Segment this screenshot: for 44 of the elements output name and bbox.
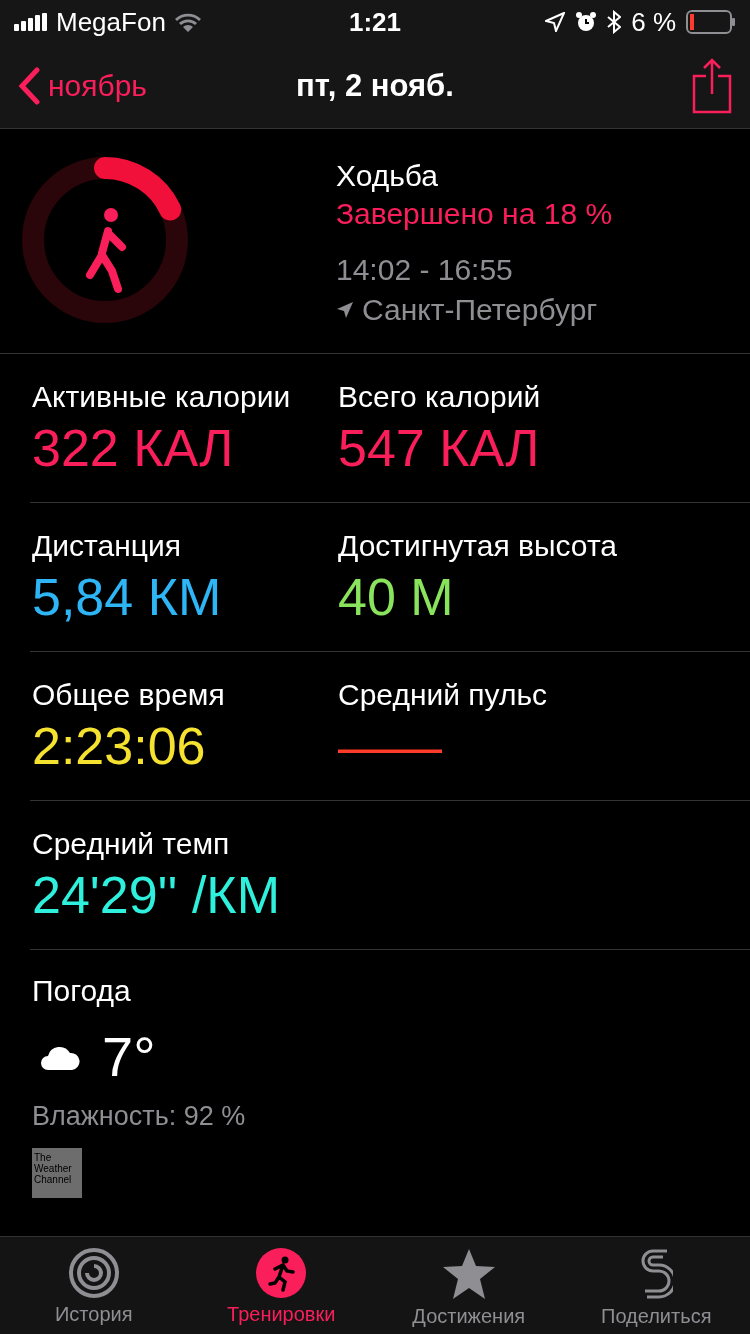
battery-percent: 6 % <box>631 6 676 38</box>
rings-icon <box>67 1247 120 1299</box>
metric-value: 40 М <box>338 567 455 627</box>
weather-title: Погода <box>32 974 132 1008</box>
progress-text: Завершено на 18 % <box>336 197 613 231</box>
nav-title: пт, 2 нояб. <box>295 68 455 104</box>
metric-value: 322 КАЛ <box>32 418 235 478</box>
metric-label: Общее время <box>32 678 226 712</box>
bluetooth-icon <box>607 10 622 34</box>
metric-value: 24'29'' /КМ <box>32 865 281 925</box>
tab-bar-item[interactable]: История <box>0 1237 188 1334</box>
weather-provider-logo: The Weather Channel <box>32 1148 82 1198</box>
sharing-icon <box>639 1247 674 1301</box>
metric-label: Всего калорий <box>338 380 542 414</box>
tab-bar-item[interactable]: Поделиться <box>562 1237 750 1334</box>
location-name: Санкт-Петербург <box>362 293 598 327</box>
alarm-icon <box>575 11 598 33</box>
tab-bar-item[interactable]: Достижения <box>375 1237 563 1334</box>
metric-value: 547 КАЛ <box>338 418 541 478</box>
metric-label: Средний пульс <box>338 678 549 712</box>
carrier-name: MegaFon <box>56 6 166 38</box>
metric-label: Дистанция <box>32 529 182 563</box>
back-button[interactable]: ноябрь <box>18 67 258 105</box>
status-time: 1:21 <box>349 6 402 38</box>
share-icon[interactable] <box>692 58 732 114</box>
metric-value: —— <box>338 716 443 776</box>
metric-value: 5,84 КМ <box>32 567 223 627</box>
chevron-icon <box>18 67 40 105</box>
metric-label: Средний темп <box>32 827 231 861</box>
runner-icon <box>255 1247 308 1299</box>
location-arrow-icon <box>336 301 354 319</box>
temperature: 7° <box>102 1024 156 1089</box>
wifi-icon <box>173 12 202 32</box>
signal-icon <box>14 13 48 31</box>
humidity-text: Влажность: 92 % <box>32 1101 247 1132</box>
metric-value: 2:23:06 <box>32 716 207 776</box>
walker-icon <box>86 208 126 293</box>
tab-bar-item[interactable]: Тренировки <box>187 1237 375 1334</box>
metric-label: Достигнутая высота <box>338 529 618 563</box>
workout-name: Ходьба <box>336 159 439 193</box>
metric-label: Активные калории <box>32 380 292 414</box>
battery-icon <box>686 10 736 34</box>
time-range: 14:02 - 16:55 <box>336 253 514 287</box>
location-arrow-icon <box>545 12 566 32</box>
